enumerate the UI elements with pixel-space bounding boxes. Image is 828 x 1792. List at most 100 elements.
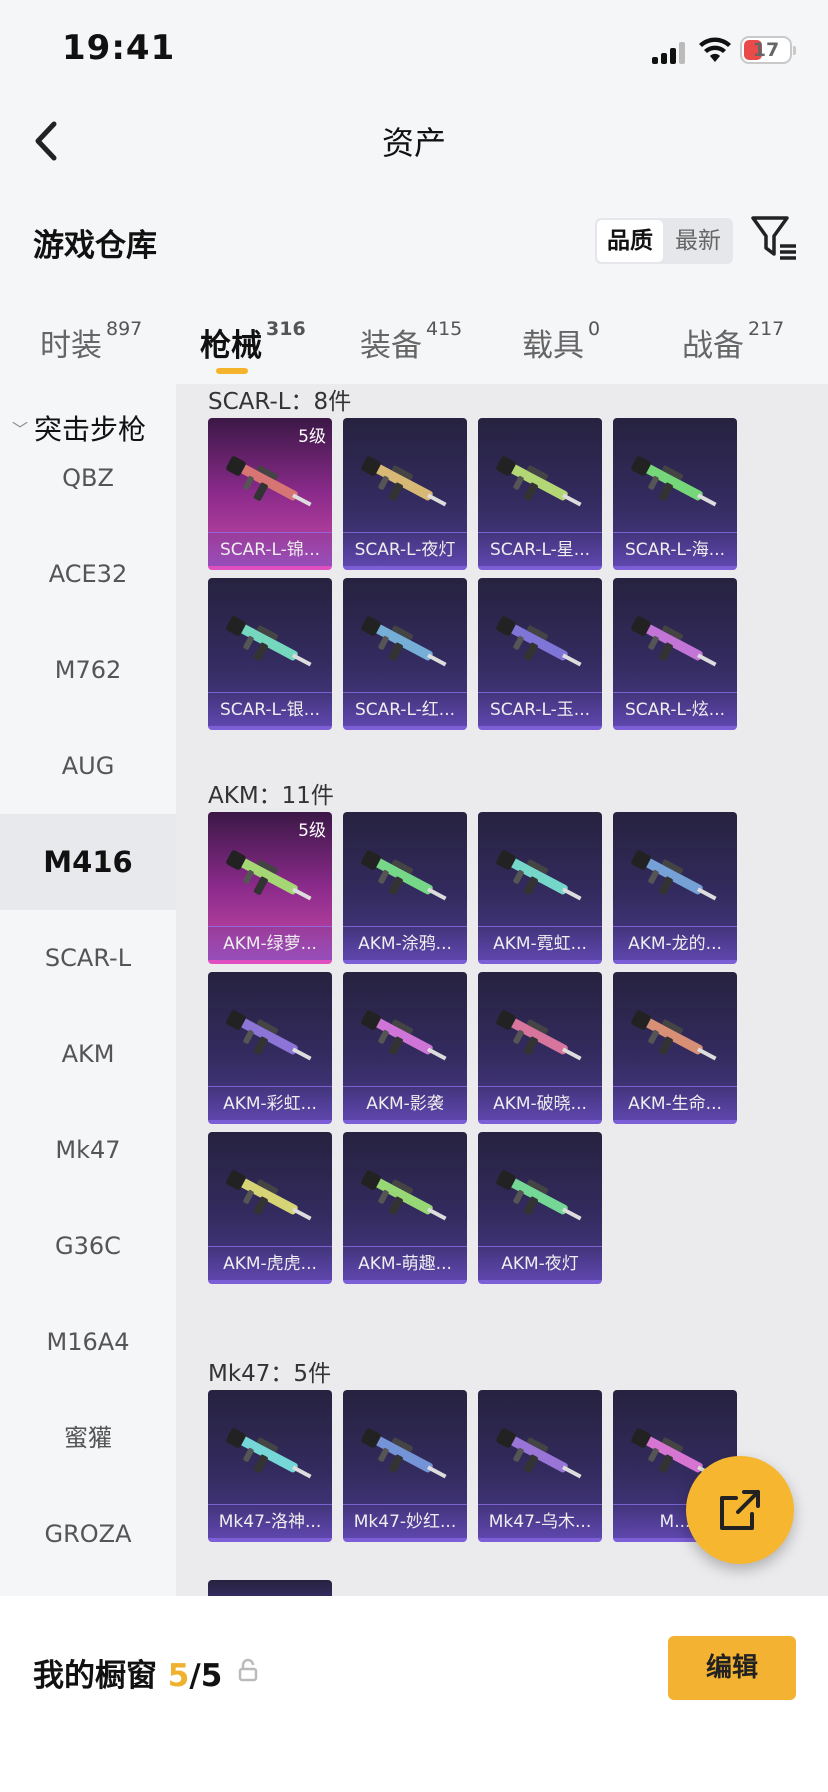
- rifle-icon: [361, 616, 447, 667]
- tab-equipment[interactable]: 装备 415: [360, 317, 463, 365]
- group-title-akm: AKM：11件: [208, 783, 334, 809]
- screen: 19:41 17 资产 游戏仓库 品质 最新 时装 897 枪械 316 装备 415…: [0, 0, 828, 1792]
- weapon-card-partial[interactable]: [208, 1580, 332, 1596]
- tab-supplies[interactable]: 战备 217: [682, 318, 784, 365]
- sidebar-item-m416[interactable]: M416: [0, 814, 176, 910]
- sidebar-item-akm[interactable]: AKM: [0, 1006, 176, 1102]
- weapon-name: SCAR-L-锦...: [208, 532, 332, 566]
- wifi-icon: [699, 37, 731, 62]
- share-icon: [720, 1490, 760, 1530]
- weapon-name: AKM-影袭: [343, 1086, 467, 1120]
- weapon-card[interactable]: AKM-生命...: [613, 972, 737, 1124]
- weapon-name: AKM-虎虎...: [208, 1246, 332, 1280]
- sort-quality-button[interactable]: 品质: [597, 220, 663, 262]
- tab-label: 战备: [682, 328, 744, 364]
- weapon-name: AKM-破晓...: [478, 1086, 602, 1120]
- weapon-name: SCAR-L-星...: [478, 532, 602, 566]
- sidebar-item-g36c[interactable]: G36C: [0, 1198, 176, 1294]
- tab-weapons[interactable]: 枪械 316: [200, 317, 306, 365]
- weapon-card[interactable]: AKM-破晓...: [478, 972, 602, 1124]
- weapon-card[interactable]: AKM-影袭: [343, 972, 467, 1124]
- rifle-icon: [631, 1010, 717, 1061]
- weapon-card[interactable]: Mk47-洛神...: [208, 1390, 332, 1542]
- sidebar-item-ace32[interactable]: ACE32: [0, 526, 176, 622]
- page-title: 资产: [381, 124, 446, 162]
- sidebar-item-mk47[interactable]: Mk47: [0, 1102, 176, 1198]
- weapon-card[interactable]: SCAR-L-夜灯: [343, 418, 467, 570]
- tab-label: 载具: [522, 328, 584, 364]
- sidebar-item-scar-l[interactable]: SCAR-L: [0, 910, 176, 1006]
- weapon-card[interactable]: SCAR-L-海...: [613, 418, 737, 570]
- tab-count: 316: [266, 317, 306, 340]
- sort-newest-button[interactable]: 最新: [665, 218, 731, 264]
- sidebar-item-honey-badger[interactable]: 蜜獾: [0, 1390, 176, 1486]
- rifle-icon: [361, 850, 447, 901]
- rifle-icon: [631, 616, 717, 667]
- edit-button[interactable]: 编辑: [668, 1636, 796, 1700]
- section-title: 游戏仓库: [33, 228, 157, 264]
- weapon-card[interactable]: SCAR-L-炫...: [613, 578, 737, 730]
- rifle-icon: [496, 1010, 582, 1061]
- share-button[interactable]: [686, 1456, 794, 1564]
- weapon-name: Mk47-乌木...: [478, 1504, 602, 1538]
- showcase-bar: 我的橱窗 5/5 编辑: [0, 1596, 828, 1792]
- rifle-icon: [496, 1428, 582, 1479]
- tab-outfit[interactable]: 时装 897: [40, 317, 143, 365]
- rifle-icon: [496, 456, 582, 507]
- tab-vehicles[interactable]: 载具 0: [522, 318, 600, 365]
- rifle-icon: [226, 850, 312, 901]
- weapon-card[interactable]: AKM-彩虹...: [208, 972, 332, 1124]
- rifle-icon: [226, 1170, 312, 1221]
- rifle-icon: [361, 1428, 447, 1479]
- weapon-card[interactable]: Mk47-妙红...: [343, 1390, 467, 1542]
- weapon-name: SCAR-L-夜灯: [343, 532, 467, 566]
- filter-icon[interactable]: [750, 214, 798, 262]
- rifle-icon: [631, 456, 717, 507]
- tab-count: 415: [426, 317, 463, 340]
- sort-toggle: 品质 最新: [595, 218, 733, 264]
- weapon-card[interactable]: SCAR-L-星...: [478, 418, 602, 570]
- battery-icon: 17: [740, 36, 796, 64]
- tab-label: 枪械: [200, 328, 262, 364]
- tab-count: 897: [106, 317, 143, 340]
- weapon-card[interactable]: AKM-龙的...: [613, 812, 737, 964]
- weapon-name: SCAR-L-银...: [208, 692, 332, 726]
- weapon-name: AKM-霓虹...: [478, 926, 602, 960]
- sidebar-item-qbz[interactable]: QBZ: [0, 430, 176, 526]
- weapon-card[interactable]: Mk47-乌木...: [478, 1390, 602, 1542]
- weapon-name: AKM-龙的...: [613, 926, 737, 960]
- weapon-card[interactable]: 5级 SCAR-L-锦...: [208, 418, 332, 570]
- weapon-card[interactable]: AKM-涂鸦...: [343, 812, 467, 964]
- weapon-name: AKM-萌趣...: [343, 1246, 467, 1280]
- weapon-card[interactable]: AKM-萌趣...: [343, 1132, 467, 1284]
- tab-label: 时装: [40, 328, 102, 364]
- showcase-title: 我的橱窗: [33, 1658, 157, 1694]
- status-time: 19:41: [62, 28, 176, 68]
- sidebar-item-aug[interactable]: AUG: [0, 718, 176, 814]
- weapon-card[interactable]: AKM-虎虎...: [208, 1132, 332, 1284]
- weapon-card[interactable]: SCAR-L-玉...: [478, 578, 602, 730]
- rifle-icon: [226, 1428, 312, 1479]
- rifle-icon: [496, 850, 582, 901]
- weapon-card[interactable]: SCAR-L-银...: [208, 578, 332, 730]
- weapon-card[interactable]: AKM-夜灯: [478, 1132, 602, 1284]
- group-title-mk47: Mk47：5件: [208, 1361, 332, 1387]
- sidebar-item-m16a4[interactable]: M16A4: [0, 1294, 176, 1390]
- weapon-card[interactable]: AKM-霓虹...: [478, 812, 602, 964]
- sidebar-item-m762[interactable]: M762: [0, 622, 176, 718]
- tab-label: 装备: [360, 328, 422, 364]
- group-title-scar-l: SCAR-L：8件: [208, 389, 352, 415]
- rifle-icon: [631, 850, 717, 901]
- level-badge: 5级: [298, 821, 326, 841]
- weapon-card[interactable]: SCAR-L-红...: [343, 578, 467, 730]
- weapon-name: Mk47-洛神...: [208, 1504, 332, 1538]
- rifle-icon: [361, 1170, 447, 1221]
- status-bar: 19:41 17: [0, 0, 828, 100]
- signal-icon: [652, 42, 688, 64]
- weapon-card[interactable]: 5级 AKM-绿萝...: [208, 812, 332, 964]
- tab-bar: 时装 897 枪械 316 装备 415 载具 0 战备 217: [0, 310, 828, 380]
- rifle-icon: [226, 456, 312, 507]
- weapon-name: AKM-夜灯: [478, 1246, 602, 1280]
- sidebar-item-groza[interactable]: GROZA: [0, 1486, 176, 1582]
- showcase-total: /5: [189, 1658, 223, 1694]
